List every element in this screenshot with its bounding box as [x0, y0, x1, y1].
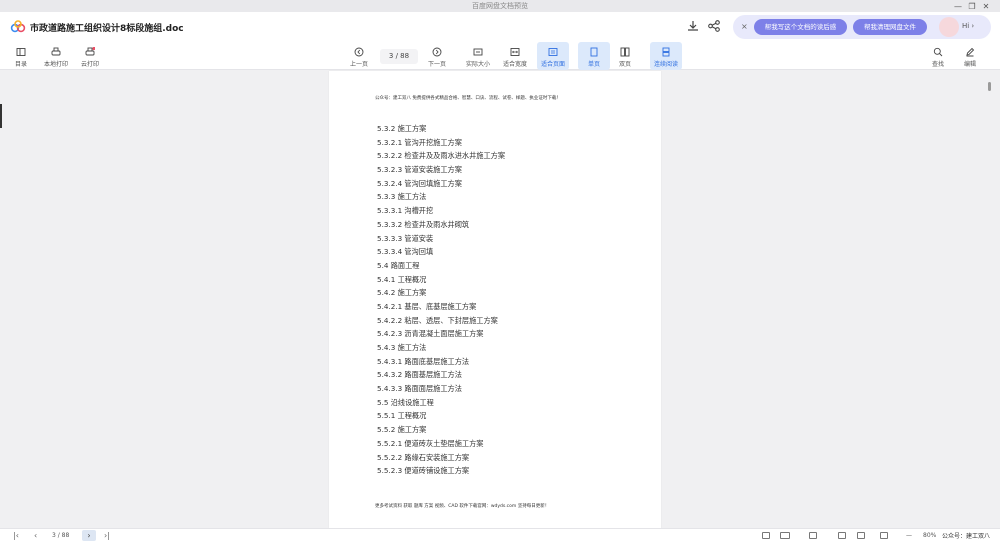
page-header-text: 公众号：建工双八 免费提供各式精品合格、智慧、口诀、流程、试卷、样题、执业证时下…	[375, 96, 561, 101]
toolbar: 目录 本地打印 云打印 上一页 下一页 实际大小 适合宽度 适合页面 单页 双页…	[0, 42, 1000, 70]
zoom-out-button[interactable]: —	[906, 532, 912, 539]
continuous-icon	[662, 47, 670, 57]
edit-icon	[966, 47, 975, 57]
toc-entry[interactable]: 5.3.3.1 沟槽开挖	[377, 204, 505, 218]
chevron-left-circle-icon	[354, 47, 364, 57]
window-titlebar: 百度网盘文档预览 — ❐ ✕	[0, 0, 1000, 12]
toc-entry[interactable]: 5.4.3.1 路面底基层施工方法	[377, 355, 505, 369]
table-of-contents: 5.3.2 施工方案 5.3.2.1 管沟开挖施工方案 5.3.2.2 检查井及及雨…	[377, 122, 505, 478]
toc-entry[interactable]: 5.4.3.2 路面基层施工方法	[377, 368, 505, 382]
restore-button[interactable]: ❐	[965, 2, 979, 11]
assistant-avatar[interactable]	[939, 17, 959, 37]
toc-entry[interactable]: 5.5 沿线设施工程	[377, 396, 505, 410]
first-page-button[interactable]: |‹	[13, 531, 19, 540]
continuous-reading-button[interactable]: 连续阅读	[650, 42, 682, 70]
document-page: 公众号：建工双八 免费提供各式精品合格、智慧、口诀、流程、试卷、样题、执业证时下…	[329, 71, 661, 528]
last-page-button[interactable]: ›|	[104, 531, 110, 540]
document-title: 市政道路施工组织设计8标段施组.doc	[30, 24, 184, 34]
toc-entry[interactable]: 5.4.1 工程概况	[377, 273, 505, 287]
toc-entry[interactable]: 5.4.2 施工方案	[377, 286, 505, 300]
toc-entry[interactable]: 5.5.2.3 便道砖铺设施工方案	[377, 464, 505, 478]
double-page-button[interactable]: 双页	[609, 42, 641, 70]
prev-page-small-button[interactable]: ‹	[34, 531, 37, 540]
toc-entry[interactable]: 5.5.2.2 路缘石安装施工方案	[377, 451, 505, 465]
double-page-icon	[620, 47, 630, 57]
toc-entry[interactable]: 5.5.1 工程概况	[377, 409, 505, 423]
single-page-icon	[590, 47, 598, 57]
outline-icon	[16, 48, 26, 56]
minimize-button[interactable]: —	[951, 2, 965, 11]
fit-width-button[interactable]: 适合宽度	[499, 42, 531, 70]
baidu-netdisk-logo-icon	[10, 20, 26, 33]
app-title: 百度网盘文档预览	[472, 2, 528, 10]
fit-width-mini-icon[interactable]	[857, 532, 865, 539]
ai-prompt-clean-files-button[interactable]: 帮我清理网盘文件	[853, 19, 927, 35]
fit-page-button[interactable]: 适合页面	[537, 42, 569, 70]
toc-entry[interactable]: 5.3.2.3 管道安装施工方案	[377, 163, 505, 177]
single-view-mini-icon[interactable]	[762, 532, 770, 539]
download-icon[interactable]	[686, 19, 700, 33]
prev-page-button[interactable]: 上一页	[343, 42, 375, 70]
actual-size-button[interactable]: 实际大小	[462, 42, 494, 70]
close-button[interactable]: ✕	[979, 2, 993, 11]
zoom-level: 80%	[923, 532, 937, 539]
scrollbar-thumb[interactable]	[988, 82, 991, 91]
cloud-print-label: 云打印	[80, 61, 99, 68]
assistant-hi-link[interactable]: Hi ›	[962, 22, 974, 30]
toc-entry[interactable]: 5.3.2.1 管沟开挖施工方案	[377, 136, 505, 150]
next-page-button[interactable]: 下一页	[421, 42, 453, 70]
status-page-indicator[interactable]: 3 / 88	[52, 532, 69, 539]
prev-page-label: 上一页	[349, 61, 368, 68]
share-icon[interactable]	[707, 19, 721, 33]
toc-entry[interactable]: 5.3.3.4 管沟回填	[377, 245, 505, 259]
toc-entry[interactable]: 5.3.3.2 检查井及雨水井砌筑	[377, 218, 505, 232]
toc-entry[interactable]: 5.5.2.1 便道砖灰土垫层施工方案	[377, 437, 505, 451]
fit-page-mini-icon[interactable]	[838, 532, 846, 539]
ai-bar-close-button[interactable]: ×	[741, 22, 748, 31]
edit-button[interactable]: 编辑	[954, 42, 986, 70]
toc-entry[interactable]: 5.3.3.3 管道安装	[377, 232, 505, 246]
actual-size-icon	[473, 48, 483, 56]
toc-entry[interactable]: 5.3.3 施工方法	[377, 190, 505, 204]
toc-entry[interactable]: 5.3.2.4 管沟回填施工方案	[377, 177, 505, 191]
page-indicator[interactable]: 3 / 88	[380, 49, 418, 64]
toc-entry[interactable]: 5.4.2.2 粘层、透层、下封层施工方案	[377, 314, 505, 328]
search-icon	[933, 47, 943, 57]
toc-entry[interactable]: 5.4 路面工程	[377, 259, 505, 273]
cloud-print-icon	[85, 47, 95, 56]
print-icon	[51, 47, 61, 56]
toc-entry[interactable]: 5.4.2.3 沥青混凝土面层施工方案	[377, 327, 505, 341]
toc-entry[interactable]: 5.4.3.3 路面面层施工方法	[377, 382, 505, 396]
toc-entry[interactable]: 5.5.2 施工方案	[377, 423, 505, 437]
page-footer-text: 更多考试资料 获取 题库 方案 视频、CAD 软件下载官网：wdyds.com …	[375, 504, 550, 509]
status-bar: |‹ ‹ 3 / 88 › ›| — 80%	[0, 528, 1000, 541]
next-page-small-button[interactable]: ›	[82, 530, 96, 541]
toc-entry[interactable]: 5.3.2 施工方案	[377, 122, 505, 136]
toc-entry[interactable]: 5.3.2.2 检查井及及雨水进水井施工方案	[377, 149, 505, 163]
fit-width-icon	[510, 48, 520, 56]
toc-entry[interactable]: 5.4.3 施工方法	[377, 341, 505, 355]
cloud-print-button[interactable]: 云打印	[74, 42, 106, 70]
fit-page-icon	[548, 48, 558, 56]
text-cursor	[0, 104, 2, 128]
actual-size-mini-icon[interactable]	[880, 532, 888, 539]
chevron-right-circle-icon	[432, 47, 442, 57]
continuous-view-mini-icon[interactable]	[809, 532, 817, 539]
toc-entry[interactable]: 5.4.2.1 基层、底基层施工方案	[377, 300, 505, 314]
ai-prompt-reflection-button[interactable]: 帮我写这个文档的读后感	[754, 19, 847, 35]
continuous-reading-label: 连续阅读	[653, 61, 678, 68]
edit-label: 编辑	[963, 61, 976, 68]
double-view-mini-icon[interactable]	[780, 532, 790, 539]
watermark-text: 公众号：建工双八	[942, 533, 991, 540]
